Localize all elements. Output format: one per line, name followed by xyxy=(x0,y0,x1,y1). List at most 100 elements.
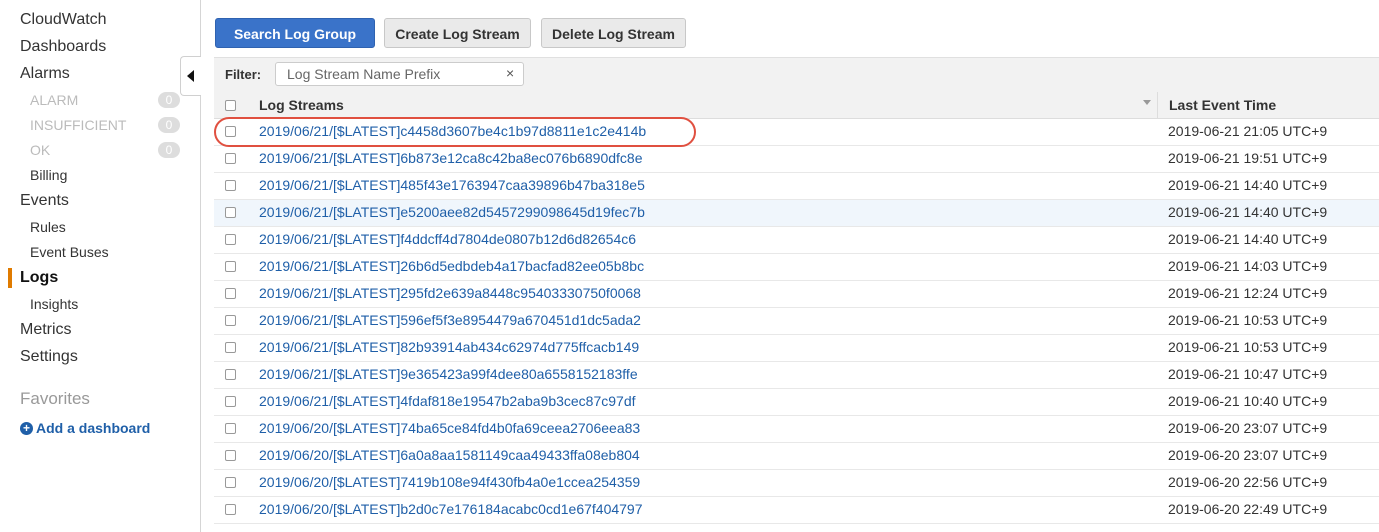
sidebar-item-label: INSUFFICIENT xyxy=(30,117,127,133)
last-event-time: 2019-06-20 22:49 UTC+9 xyxy=(1168,501,1328,517)
log-stream-link[interactable]: 2019/06/21/[$LATEST]295fd2e639a8448c9540… xyxy=(259,285,641,301)
last-event-time: 2019-06-21 14:40 UTC+9 xyxy=(1168,177,1328,193)
row-checkbox[interactable] xyxy=(225,396,236,407)
sidebar-item-insights[interactable]: Insights xyxy=(30,296,78,312)
last-event-time: 2019-06-21 10:40 UTC+9 xyxy=(1168,393,1328,409)
sidebar-item-alarms[interactable]: Alarms xyxy=(20,65,70,83)
log-stream-link[interactable]: 2019/06/21/[$LATEST]485f43e1763947caa398… xyxy=(259,177,645,193)
table-row[interactable]: 2019/06/21/[$LATEST]26b6d5edbdeb4a17bacf… xyxy=(214,254,1379,281)
row-checkbox[interactable] xyxy=(225,504,236,515)
table-row[interactable]: 2019/06/20/[$LATEST]b2d0c7e176184acabc0c… xyxy=(214,497,1379,524)
sidebar-item-alarm[interactable]: ALARM 0 xyxy=(30,92,180,108)
sidebar-item-label: ALARM xyxy=(30,92,79,108)
add-dashboard-link[interactable]: + Add a dashboard xyxy=(20,420,150,436)
log-stream-link[interactable]: 2019/06/20/[$LATEST]6a0a8aa1581149caa494… xyxy=(259,447,640,463)
table-row[interactable]: 2019/06/20/[$LATEST]74ba65ce84fd4b0fa69c… xyxy=(214,416,1379,443)
last-event-time: 2019-06-21 14:40 UTC+9 xyxy=(1168,204,1328,220)
column-header-last-event-time[interactable]: Last Event Time xyxy=(1169,97,1276,113)
row-checkbox[interactable] xyxy=(225,207,236,218)
table-row[interactable]: 2019/06/21/[$LATEST]9e365423a99f4dee80a6… xyxy=(214,362,1379,389)
column-header-log-streams[interactable]: Log Streams xyxy=(259,97,344,113)
delete-log-stream-button[interactable]: Delete Log Stream xyxy=(541,18,686,48)
last-event-time: 2019-06-21 10:47 UTC+9 xyxy=(1168,366,1328,382)
filter-input[interactable] xyxy=(275,62,524,86)
count-badge: 0 xyxy=(158,117,180,133)
log-stream-link[interactable]: 2019/06/21/[$LATEST]c4458d3607be4c1b97d8… xyxy=(259,123,646,139)
last-event-time: 2019-06-21 10:53 UTC+9 xyxy=(1168,312,1328,328)
last-event-time: 2019-06-20 23:07 UTC+9 xyxy=(1168,420,1328,436)
caret-left-icon xyxy=(187,70,194,82)
add-dashboard-label: Add a dashboard xyxy=(36,420,151,436)
clear-icon[interactable]: × xyxy=(506,65,514,81)
log-stream-link[interactable]: 2019/06/20/[$LATEST]b2d0c7e176184acabc0c… xyxy=(259,501,643,517)
row-checkbox[interactable] xyxy=(225,234,236,245)
log-stream-link[interactable]: 2019/06/21/[$LATEST]4fdaf818e19547b2aba9… xyxy=(259,393,636,409)
log-stream-link[interactable]: 2019/06/21/[$LATEST]82b93914ab434c62974d… xyxy=(259,339,639,355)
row-checkbox[interactable] xyxy=(225,423,236,434)
row-checkbox[interactable] xyxy=(225,180,236,191)
favorites-title: Favorites xyxy=(20,389,90,408)
sidebar-item-metrics[interactable]: Metrics xyxy=(20,321,72,339)
log-stream-link[interactable]: 2019/06/20/[$LATEST]74ba65ce84fd4b0fa69c… xyxy=(259,420,640,436)
plus-circle-icon: + xyxy=(20,422,33,435)
sidebar-item-rules[interactable]: Rules xyxy=(30,219,66,235)
log-stream-link[interactable]: 2019/06/21/[$LATEST]9e365423a99f4dee80a6… xyxy=(259,366,638,382)
sidebar-item-events[interactable]: Events xyxy=(20,192,69,210)
table-row[interactable]: 2019/06/21/[$LATEST]f4ddcff4d7804de0807b… xyxy=(214,227,1379,254)
table-header: Log Streams Last Event Time xyxy=(214,92,1379,119)
sidebar-item-billing[interactable]: Billing xyxy=(30,167,67,183)
sidebar-item-event-buses[interactable]: Event Buses xyxy=(30,244,109,260)
table-row[interactable]: 2019/06/21/[$LATEST]e5200aee82d545729909… xyxy=(214,200,1379,227)
row-checkbox[interactable] xyxy=(225,153,236,164)
last-event-time: 2019-06-21 21:05 UTC+9 xyxy=(1168,123,1328,139)
sidebar-item-cloudwatch[interactable]: CloudWatch xyxy=(20,11,107,29)
collapse-sidebar-button[interactable] xyxy=(180,56,201,96)
table-row[interactable]: 2019/06/21/[$LATEST]c4458d3607be4c1b97d8… xyxy=(214,119,1379,146)
log-stream-link[interactable]: 2019/06/21/[$LATEST]6b873e12ca8c42ba8ec0… xyxy=(259,150,643,166)
last-event-time: 2019-06-21 14:03 UTC+9 xyxy=(1168,258,1328,274)
row-checkbox[interactable] xyxy=(225,450,236,461)
last-event-time: 2019-06-20 23:07 UTC+9 xyxy=(1168,447,1328,463)
filter-label: Filter: xyxy=(225,67,262,82)
search-log-group-button[interactable]: Search Log Group xyxy=(215,18,375,48)
row-checkbox[interactable] xyxy=(225,126,236,137)
sidebar-item-insufficient[interactable]: INSUFFICIENT 0 xyxy=(30,117,180,133)
table-row[interactable]: 2019/06/20/[$LATEST]7419b108e94f430fb4a0… xyxy=(214,470,1379,497)
sidebar-item-logs[interactable]: Logs xyxy=(20,269,58,287)
column-divider xyxy=(1157,92,1158,118)
sort-caret-icon[interactable] xyxy=(1143,100,1151,105)
sidebar-item-label: OK xyxy=(30,142,51,158)
log-stream-link[interactable]: 2019/06/20/[$LATEST]7419b108e94f430fb4a0… xyxy=(259,474,640,490)
sidebar-item-dashboards[interactable]: Dashboards xyxy=(20,38,106,56)
row-checkbox[interactable] xyxy=(225,261,236,272)
last-event-time: 2019-06-21 19:51 UTC+9 xyxy=(1168,150,1328,166)
last-event-time: 2019-06-20 22:56 UTC+9 xyxy=(1168,474,1328,490)
select-all-checkbox[interactable] xyxy=(225,100,236,111)
log-stream-link[interactable]: 2019/06/21/[$LATEST]e5200aee82d545729909… xyxy=(259,204,645,220)
table-row[interactable]: 2019/06/21/[$LATEST]6b873e12ca8c42ba8ec0… xyxy=(214,146,1379,173)
row-checkbox[interactable] xyxy=(225,342,236,353)
log-stream-link[interactable]: 2019/06/21/[$LATEST]f4ddcff4d7804de0807b… xyxy=(259,231,636,247)
last-event-time: 2019-06-21 14:40 UTC+9 xyxy=(1168,231,1328,247)
sidebar-item-settings[interactable]: Settings xyxy=(20,348,78,366)
log-streams-table: Log Streams Last Event Time 2019/06/21/[… xyxy=(214,92,1379,524)
table-row[interactable]: 2019/06/20/[$LATEST]6a0a8aa1581149caa494… xyxy=(214,443,1379,470)
row-checkbox[interactable] xyxy=(225,369,236,380)
row-checkbox[interactable] xyxy=(225,288,236,299)
row-checkbox[interactable] xyxy=(225,477,236,488)
table-row[interactable]: 2019/06/21/[$LATEST]596ef5f3e8954479a670… xyxy=(214,308,1379,335)
row-checkbox[interactable] xyxy=(225,315,236,326)
count-badge: 0 xyxy=(158,92,180,108)
create-log-stream-button[interactable]: Create Log Stream xyxy=(384,18,531,48)
table-row[interactable]: 2019/06/21/[$LATEST]295fd2e639a8448c9540… xyxy=(214,281,1379,308)
sidebar: CloudWatch Dashboards Alarms ALARM 0 INS… xyxy=(0,0,201,532)
active-indicator xyxy=(8,268,12,288)
log-stream-link[interactable]: 2019/06/21/[$LATEST]596ef5f3e8954479a670… xyxy=(259,312,641,328)
sidebar-item-ok[interactable]: OK 0 xyxy=(30,142,180,158)
count-badge: 0 xyxy=(158,142,180,158)
table-row[interactable]: 2019/06/21/[$LATEST]485f43e1763947caa398… xyxy=(214,173,1379,200)
table-row[interactable]: 2019/06/21/[$LATEST]82b93914ab434c62974d… xyxy=(214,335,1379,362)
log-stream-link[interactable]: 2019/06/21/[$LATEST]26b6d5edbdeb4a17bacf… xyxy=(259,258,644,274)
filter-bar: Filter: × xyxy=(214,57,1379,93)
table-row[interactable]: 2019/06/21/[$LATEST]4fdaf818e19547b2aba9… xyxy=(214,389,1379,416)
